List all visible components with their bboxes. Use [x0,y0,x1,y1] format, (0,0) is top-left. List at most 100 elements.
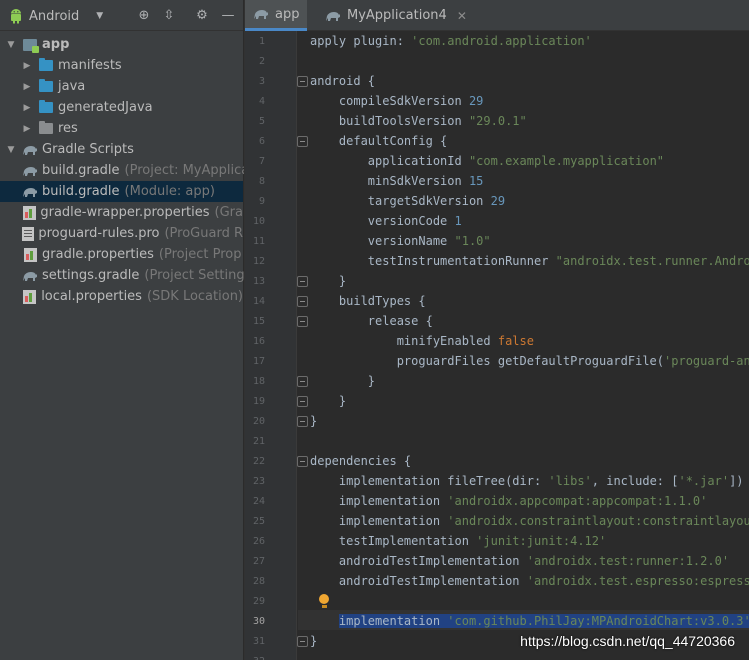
line-number: 20 [252,416,265,427]
tree-item[interactable]: ▼ app [0,34,243,55]
close-icon[interactable]: ✕ [457,9,467,23]
code-line: minifyEnabled false [310,331,534,351]
tree-item[interactable]: ▶ manifests [0,55,243,76]
tree-item-hint: (Project Settings [144,268,252,283]
code-line: applicationId "com.example.myapplication… [310,151,664,171]
gradle-icon [254,10,268,19]
fold-marker-icon[interactable] [297,296,308,307]
collapse-arrow-icon[interactable]: ▶ [22,61,32,71]
code-line: implementation 'androidx.constraintlayou… [310,511,749,531]
code-token: targetSdkVersion [310,194,491,208]
project-panel: Android ▼ ⊕ ⇳ ⚙ — ▼ app ▶ manifests ▶ java ▶ ge… [0,0,251,660]
code-line: apply plugin: 'com.android.application' [310,31,592,51]
tree-item[interactable]: ▶ java [0,76,243,97]
gradle-icon [326,11,340,21]
code-token: versionCode [310,214,455,228]
code-line: android { [310,71,375,91]
tree-item-hint: (SDK Location) [146,289,243,304]
line-number: 13 [252,276,265,287]
code-token: implementation fileTree(dir: [310,474,549,488]
folder-icon [38,79,54,95]
code-token: } [310,634,318,648]
fold-marker-icon[interactable] [297,416,308,427]
code-line: proguardFiles getDefaultProguardFile('pr… [310,351,749,371]
line-number: 4 [258,96,265,107]
fold-marker-icon[interactable] [297,316,308,327]
tree-item[interactable]: gradle.properties (Project Prop [0,244,243,265]
tab-app[interactable]: app [245,0,308,31]
fold-marker-icon[interactable] [297,76,308,87]
collapse-arrow-icon[interactable]: ▶ [22,103,32,113]
code-token: defaultConfig { [310,134,448,148]
code-token: androidTestImplementation [310,574,527,588]
code-line: implementation 'com.github.PhilJay:MPAnd… [310,611,749,631]
tree-item[interactable]: build.gradle (Module: app) [0,181,243,202]
code-token: apply plugin: [310,34,412,48]
gradle-icon [22,268,38,284]
expand-arrow-icon[interactable]: ▼ [6,40,16,50]
tree-item[interactable]: local.properties (SDK Location) [0,286,243,307]
fold-marker-icon[interactable] [297,276,308,287]
code-line: testImplementation 'junit:junit:4.12' [310,531,606,551]
code-token: '*.jar' [678,474,730,488]
fold-marker-icon[interactable] [297,376,308,387]
tree-item-label: local.properties [41,289,142,304]
fold-marker-icon[interactable] [297,396,308,407]
code-token: 29 [468,94,484,108]
code-line: androidTestImplementation 'androidx.test… [310,551,729,571]
code-token: 'libs' [548,474,592,488]
code-token: compileSdkVersion [310,94,469,108]
properties-icon [22,289,37,305]
editor-tab-bar: app MyApplication4 ✕ [245,0,749,31]
code-line: defaultConfig { [310,131,447,151]
code-token: minSdkVersion [310,174,469,188]
code-line: targetSdkVersion 29 [310,191,505,211]
tree-item-label: build.gradle [42,163,120,178]
tree-item[interactable]: ▶ generatedJava [0,97,243,118]
properties-icon [22,247,38,263]
gear-icon[interactable]: ⚙ [194,8,210,24]
line-number: 16 [252,336,265,347]
code-line: versionName "1.0" [310,231,491,251]
line-number: 1 [258,36,265,47]
line-number: 23 [252,476,265,487]
tab-myapplication4[interactable]: MyApplication4 ✕ [317,0,475,31]
tree-item-label: gradle-wrapper.properties [40,205,210,220]
code-line: buildToolsVersion "29.0.1" [310,111,527,131]
code-line: testInstrumentationRunner "androidx.test… [310,251,749,271]
code-token: proguardFiles getDefaultProguardFile( [310,354,665,368]
project-panel-toolbar: Android ▼ ⊕ ⇳ ⚙ — [0,0,243,31]
expand-arrow-icon[interactable]: ▼ [6,145,16,155]
code-token: false [497,334,534,348]
code-token: 29 [490,194,506,208]
code-token: } [310,274,347,288]
code-line: release { [310,311,433,331]
tree-item[interactable]: ▶ res [0,118,243,139]
tree-item[interactable]: settings.gradle (Project Settings [0,265,251,286]
fold-marker-icon[interactable] [297,636,308,647]
fold-marker-icon[interactable] [297,136,308,147]
lightbulb-icon[interactable] [318,594,330,610]
collapse-arrow-icon[interactable]: ▶ [22,124,32,134]
tree-item[interactable]: ▼ Gradle Scripts [0,139,243,160]
tab-label: MyApplication4 [347,8,447,23]
code-line: minSdkVersion 15 [310,171,484,191]
code-line: implementation 'androidx.appcompat:appco… [310,491,707,511]
tree-item-label: settings.gradle [42,268,140,283]
line-number: 26 [252,536,265,547]
collapse-arrow-icon[interactable]: ▶ [22,82,32,92]
code-editor: app MyApplication4 ✕ 1 2 3 4 5 6 7 8 9 10 11 12 13 14… [244,0,749,660]
minimize-icon[interactable]: — [220,8,236,24]
fold-marker-icon[interactable] [297,456,308,467]
project-view-selector[interactable]: Android ▼ [8,6,103,26]
crosshair-icon[interactable]: ⊕ [136,8,152,24]
tree-item[interactable]: proguard-rules.pro (ProGuard R [0,223,243,244]
code-line: compileSdkVersion 29 [310,91,484,111]
tree-item[interactable]: gradle-wrapper.properties (Gra [0,202,243,223]
collapse-icon[interactable]: ⇳ [161,8,177,24]
tree-item[interactable]: build.gradle (Project: MyApplica [0,160,249,181]
code-token: } [310,374,376,388]
code-line: } [310,411,317,431]
code-token: ]) [729,474,744,488]
tab-label: app [275,6,300,22]
